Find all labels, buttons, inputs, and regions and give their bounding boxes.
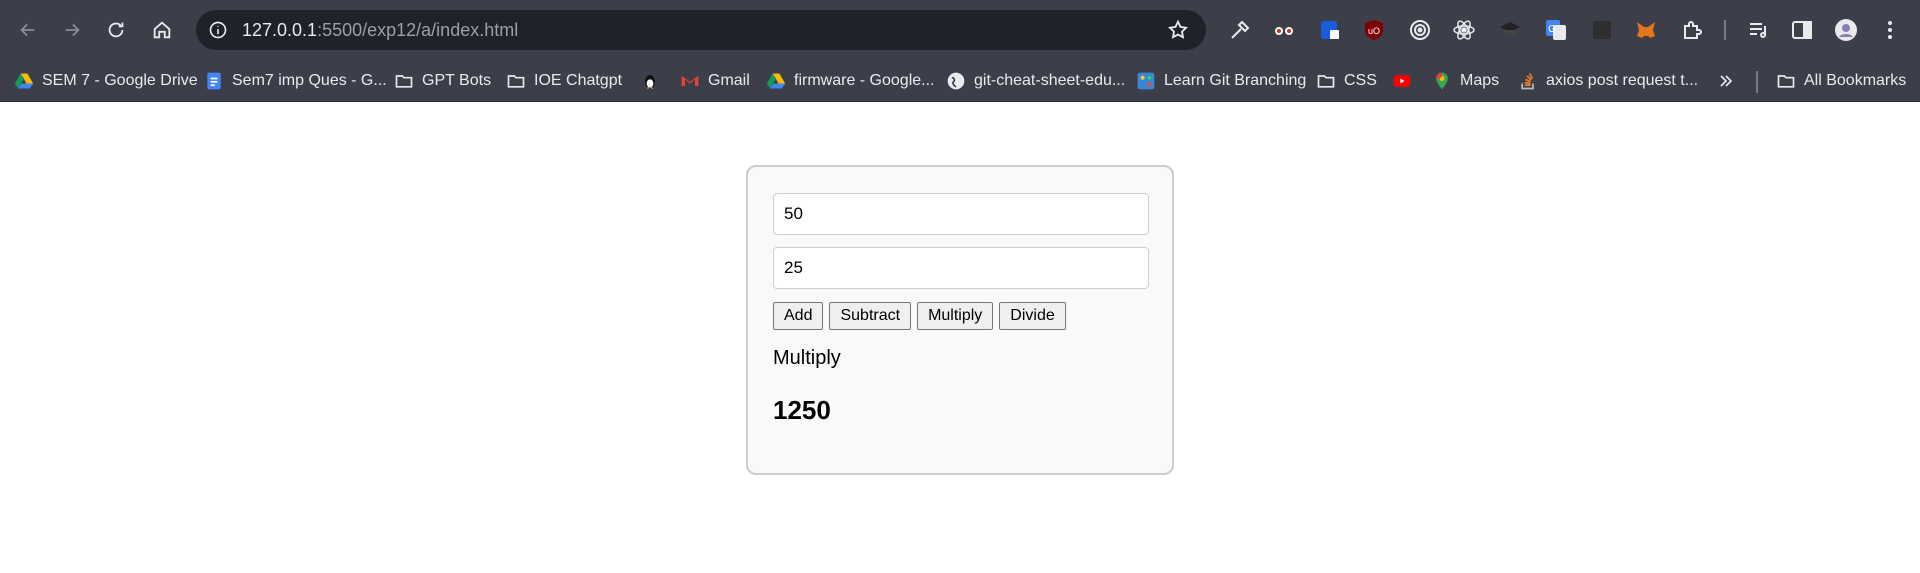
ublock-extension-icon[interactable]: uO	[1360, 16, 1388, 44]
side-panel-icon[interactable]	[1788, 16, 1816, 44]
bookmark-label: IOE Chatgpt	[534, 72, 623, 89]
bookmark-label: firmware - Google...	[794, 72, 935, 89]
bookmark-item[interactable]: axios post request t...	[1518, 69, 1698, 93]
url-path: :5500/exp12/a/index.html	[317, 20, 519, 40]
globe-icon	[946, 71, 966, 91]
folder-icon	[394, 71, 414, 91]
bookmark-item[interactable]: SEM 7 - Google Drive	[14, 69, 198, 93]
eyedropper-extension-icon[interactable]	[1226, 16, 1254, 44]
bookmark-label: axios post request t...	[1546, 72, 1699, 89]
browser-toolbar: 127.0.0.1:5500/exp12/a/index.html uO G	[0, 0, 1920, 60]
bookmarks-bar: SEM 7 - Google Drive Sem7 imp Ques - G..…	[0, 60, 1920, 102]
multiply-button[interactable]: Multiply	[917, 302, 994, 330]
bookmark-label: Gmail	[708, 72, 750, 89]
google-drive-icon	[14, 71, 34, 91]
google-translate-icon[interactable]: G	[1542, 16, 1570, 44]
site-info-icon[interactable]	[206, 18, 230, 42]
youtube-icon	[1392, 71, 1412, 91]
maps-icon	[1432, 71, 1452, 91]
dark-square-extension-icon[interactable]	[1588, 16, 1616, 44]
add-button[interactable]: Add	[773, 302, 824, 330]
bookmark-item[interactable]: Maps	[1432, 69, 1499, 93]
bitwarden-extension-icon[interactable]	[1316, 16, 1344, 44]
bookmark-item[interactable]: Gmail	[680, 69, 750, 93]
bookmark-label: git-cheat-sheet-edu...	[974, 72, 1126, 89]
bookmarks-separator	[1756, 71, 1758, 93]
home-button[interactable]	[144, 12, 180, 48]
bookmark-label: Maps	[1460, 72, 1500, 89]
more-bookmarks-chevron-icon[interactable]	[1716, 69, 1736, 93]
bookmark-item[interactable]: Learn Git Branching	[1136, 69, 1306, 93]
address-bar[interactable]: 127.0.0.1:5500/exp12/a/index.html	[196, 10, 1206, 50]
forward-button[interactable]	[54, 12, 90, 48]
media-queue-icon[interactable]	[1744, 16, 1772, 44]
back-button[interactable]	[10, 12, 46, 48]
svg-text:G: G	[1548, 24, 1556, 35]
divide-button[interactable]: Divide	[999, 302, 1066, 330]
linux-penguin-icon	[640, 71, 660, 91]
graduation-cap-extension-icon[interactable]	[1496, 16, 1524, 44]
reload-button[interactable]	[98, 12, 134, 48]
calculator-card: Add Subtract Multiply Divide Multiply 12…	[746, 165, 1174, 475]
glasses-extension-icon[interactable]	[1270, 16, 1298, 44]
metamask-fox-icon[interactable]	[1632, 16, 1660, 44]
bookmark-item[interactable]: git-cheat-sheet-edu...	[946, 69, 1125, 93]
folder-icon	[506, 71, 526, 91]
bookmark-label: CSS	[1344, 72, 1377, 89]
operation-buttons: Add Subtract Multiply Divide	[773, 302, 1066, 330]
result-value: 1250	[773, 395, 831, 425]
google-drive-icon	[766, 71, 786, 91]
react-devtools-icon[interactable]	[1450, 16, 1478, 44]
page-content: Add Subtract Multiply Divide Multiply 12…	[0, 103, 1920, 573]
bookmark-star-icon[interactable]	[1166, 18, 1190, 42]
first-number-input[interactable]	[773, 193, 1149, 235]
extensions-puzzle-icon[interactable]	[1678, 16, 1706, 44]
folder-icon	[1776, 71, 1796, 91]
toolbar-separator	[1724, 20, 1726, 40]
target-extension-icon[interactable]	[1406, 16, 1434, 44]
git-branching-icon	[1136, 71, 1156, 91]
second-number-input[interactable]	[773, 247, 1149, 289]
gmail-icon	[680, 71, 700, 91]
profile-avatar[interactable]	[1832, 16, 1860, 44]
bookmark-label: SEM 7 - Google Drive	[42, 72, 198, 89]
url-host: 127.0.0.1	[242, 20, 318, 40]
subtract-button[interactable]: Subtract	[829, 302, 912, 330]
svg-text:uO: uO	[1368, 26, 1380, 36]
operation-label: Multiply	[773, 347, 841, 369]
bookmark-label: Sem7 imp Ques - G...	[232, 72, 387, 89]
bookmark-item[interactable]: CSS	[1316, 69, 1377, 93]
bookmark-label: Learn Git Branching	[1164, 72, 1307, 89]
bookmark-item[interactable]: IOE Chatgpt	[506, 69, 622, 93]
bookmark-item[interactable]	[640, 69, 668, 93]
google-docs-icon	[204, 71, 224, 91]
bookmark-item[interactable]: Sem7 imp Ques - G...	[204, 69, 387, 93]
all-bookmarks-folder[interactable]: All Bookmarks	[1776, 69, 1906, 93]
stackoverflow-icon	[1518, 71, 1538, 91]
bookmark-item[interactable]: firmware - Google...	[766, 69, 934, 93]
bookmark-label: GPT Bots	[422, 72, 492, 89]
browser-menu-icon[interactable]	[1876, 16, 1904, 44]
folder-icon	[1316, 71, 1336, 91]
bookmark-item[interactable]: GPT Bots	[394, 69, 491, 93]
bookmark-label: All Bookmarks	[1804, 72, 1907, 89]
bookmark-item[interactable]	[1392, 69, 1420, 93]
url-text[interactable]: 127.0.0.1:5500/exp12/a/index.html	[242, 20, 518, 41]
